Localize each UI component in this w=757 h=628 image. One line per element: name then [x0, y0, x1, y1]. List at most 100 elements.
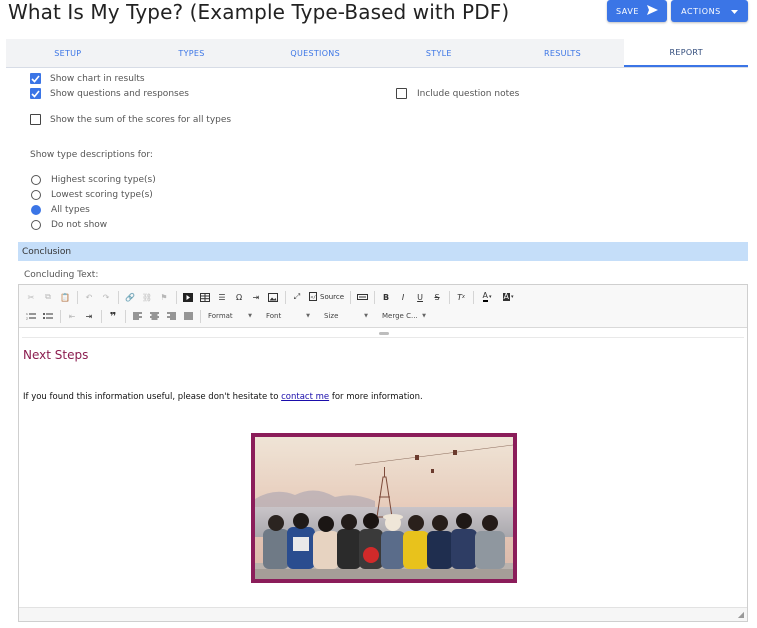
svg-text:1: 1 — [26, 312, 28, 316]
align-justify-icon[interactable] — [180, 308, 196, 324]
link-icon[interactable]: 🔗 — [122, 289, 138, 305]
show-sum-checkbox[interactable] — [30, 114, 41, 125]
source-label: Source — [320, 293, 345, 301]
svg-text:</>: </> — [311, 294, 318, 300]
editor-drag-handle[interactable] — [379, 332, 389, 335]
special-char-icon[interactable]: Ω — [231, 289, 247, 305]
image-icon[interactable] — [265, 289, 281, 305]
actions-button-label: ACTIONS — [681, 6, 721, 16]
svg-text:2: 2 — [26, 317, 28, 321]
include-notes-checkbox[interactable] — [396, 88, 407, 99]
tab-style[interactable]: STYLE — [377, 39, 501, 67]
outdent-icon[interactable]: ⇤ — [64, 308, 80, 324]
table-icon[interactable] — [197, 289, 213, 305]
source-button[interactable]: </> Source — [306, 289, 347, 305]
background-color-icon[interactable]: A ▾ — [498, 289, 518, 305]
form-field-icon[interactable] — [354, 289, 370, 305]
type-descriptions-label: Show type descriptions for: — [30, 150, 153, 160]
italic-icon[interactable]: I — [395, 289, 411, 305]
merge-codes-dropdown[interactable]: Merge C... ▼ — [378, 309, 430, 323]
maximize-icon[interactable]: ⤢ — [289, 289, 305, 305]
undo-icon[interactable]: ↶ — [81, 289, 97, 305]
radio-lowest-button[interactable] — [31, 190, 41, 200]
concluding-text-label: Concluding Text: — [24, 270, 99, 280]
unlink-icon[interactable]: ⛓ — [139, 289, 155, 305]
radio-highest-button[interactable] — [31, 175, 41, 185]
tab-questions[interactable]: QUESTIONS — [253, 39, 377, 67]
strikethrough-icon[interactable]: S — [429, 289, 445, 305]
show-chart-label: Show chart in results — [50, 73, 145, 84]
horizontal-line-icon[interactable]: ☰ — [214, 289, 230, 305]
show-chart-option[interactable]: Show chart in results — [30, 73, 145, 84]
include-notes-option[interactable]: Include question notes — [396, 88, 519, 99]
size-dropdown[interactable]: Size ▼ — [320, 309, 372, 323]
page-title: What Is My Type? (Example Type-Based wit… — [8, 0, 510, 24]
show-sum-label: Show the sum of the scores for all types — [50, 114, 232, 125]
bold-icon[interactable]: B — [378, 289, 394, 305]
toolbar-separator — [118, 290, 119, 304]
tab-types[interactable]: TYPES — [130, 39, 254, 67]
resize-handle-icon[interactable]: ◢ — [738, 610, 744, 619]
show-questions-option[interactable]: Show questions and responses — [30, 88, 189, 99]
radio-highest[interactable]: Highest scoring type(s) — [31, 175, 156, 185]
concluding-text-editor[interactable]: ✂ ⧉ 📋 ↶ ↷ 🔗 ⛓ ⚑ ☰ Ω ⇥ ⤢ </ Source B I U … — [18, 284, 748, 622]
radio-all[interactable]: All types — [31, 205, 90, 215]
show-questions-label: Show questions and responses — [50, 88, 189, 99]
toolbar-row-2: 12 ⇤ ⇥ ❞ Format ▼ Font ▼ Size ▼ Merge C.… — [23, 307, 436, 325]
save-button[interactable]: SAVE — [607, 0, 667, 22]
editor-toolbar: ✂ ⧉ 📋 ↶ ↷ 🔗 ⛓ ⚑ ☰ Ω ⇥ ⤢ </ Source B I U … — [19, 285, 747, 328]
text-color-icon[interactable]: A ▾ — [477, 289, 497, 305]
toolbar-row-1: ✂ ⧉ 📋 ↶ ↷ 🔗 ⛓ ⚑ ☰ Ω ⇥ ⤢ </ Source B I U … — [23, 288, 519, 306]
save-button-label: SAVE — [615, 6, 640, 16]
show-sum-option[interactable]: Show the sum of the scores for all types — [30, 114, 231, 125]
align-center-icon[interactable] — [146, 308, 162, 324]
bullet-list-icon[interactable] — [40, 308, 56, 324]
contact-me-link[interactable]: contact me — [281, 392, 329, 402]
toolbar-separator — [374, 290, 376, 304]
blockquote-icon[interactable]: ❞ — [105, 308, 121, 324]
align-left-icon[interactable] — [129, 308, 145, 324]
radio-all-button[interactable] — [31, 205, 41, 215]
video-icon[interactable] — [180, 289, 196, 305]
radio-highest-label: Highest scoring type(s) — [51, 175, 156, 185]
tab-results[interactable]: RESULTS — [501, 39, 625, 67]
remove-format-icon[interactable]: Tx — [453, 289, 469, 305]
checkmark-icon — [31, 89, 40, 98]
toolbar-separator — [77, 290, 78, 304]
toolbar-separator — [176, 290, 177, 304]
paragraph-text-after: for more information. — [331, 392, 423, 402]
editor-paragraph: If you found this information useful, pl… — [23, 392, 423, 402]
chevron-down-icon: ▼ — [364, 313, 368, 319]
numbered-list-icon[interactable]: 12 — [23, 308, 39, 324]
toolbar-separator — [101, 309, 102, 323]
tab-report[interactable]: REPORT — [624, 39, 749, 67]
page-break-icon[interactable]: ⇥ — [248, 289, 264, 305]
align-right-icon[interactable] — [163, 308, 179, 324]
actions-button[interactable]: ACTIONS — [671, 0, 748, 22]
font-dropdown-label: Font — [266, 312, 282, 320]
toolbar-separator — [449, 290, 451, 304]
underline-icon[interactable]: U — [412, 289, 428, 305]
indent-icon[interactable]: ⇥ — [81, 308, 97, 324]
copy-icon[interactable]: ⧉ — [40, 289, 56, 305]
size-dropdown-label: Size — [324, 312, 339, 320]
chevron-down-icon: ▼ — [306, 313, 310, 319]
radio-do-not-show-label: Do not show — [51, 220, 108, 230]
toolbar-separator — [350, 290, 352, 304]
anchor-icon[interactable]: ⚑ — [156, 289, 172, 305]
cut-icon[interactable]: ✂ — [23, 289, 39, 305]
show-questions-checkbox[interactable] — [30, 88, 41, 99]
radio-lowest[interactable]: Lowest scoring type(s) — [31, 190, 153, 200]
font-dropdown[interactable]: Font ▼ — [262, 309, 314, 323]
format-dropdown[interactable]: Format ▼ — [204, 309, 256, 323]
radio-do-not-show-button[interactable] — [31, 220, 41, 230]
redo-icon[interactable]: ↷ — [98, 289, 114, 305]
toolbar-separator — [285, 290, 286, 304]
include-notes-label: Include question notes — [417, 88, 520, 99]
paste-icon[interactable]: 📋 — [57, 289, 73, 305]
tab-setup[interactable]: SETUP — [6, 39, 130, 67]
radio-do-not-show[interactable]: Do not show — [31, 220, 107, 230]
editor-content-divider — [22, 337, 744, 338]
send-icon — [647, 5, 659, 17]
show-chart-checkbox[interactable] — [30, 73, 41, 84]
